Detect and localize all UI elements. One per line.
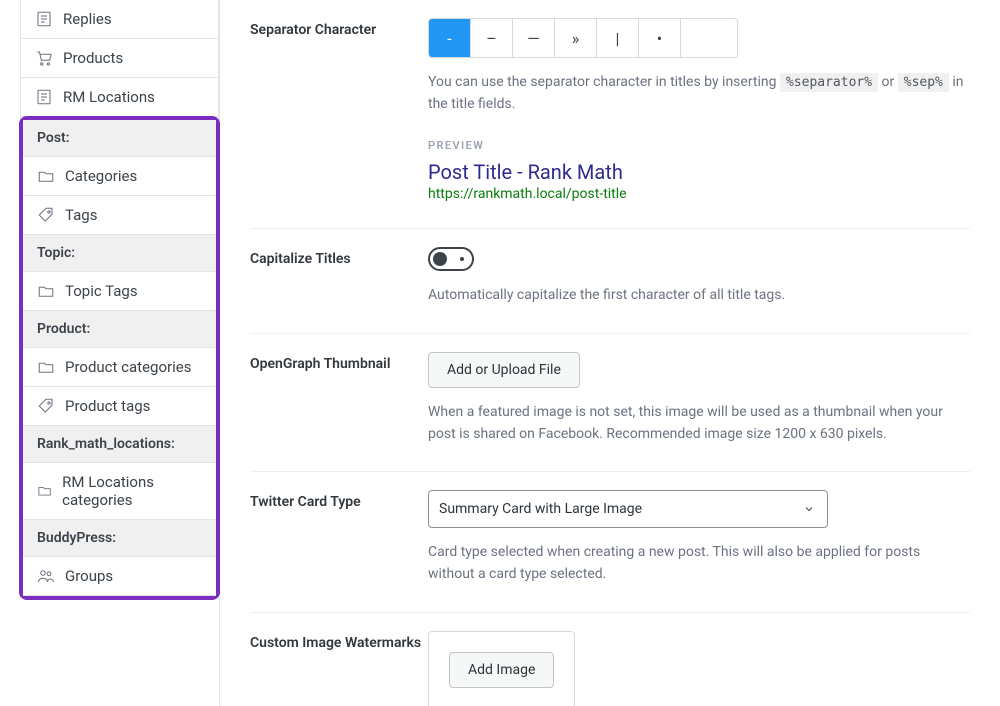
sidebar-header: Topic: [23,235,216,272]
setting-watermarks: Custom Image Watermarks Add Image [250,613,970,706]
sidebar-item-label: Products [63,49,123,67]
sidebar-item-product-tags[interactable]: Product tags [23,387,216,426]
separator-label: Separator Character [250,18,428,202]
sidebar-header: Post: [23,120,216,157]
separator-option-6[interactable] [681,19,737,57]
preview-title: Post Title - Rank Math [428,160,970,184]
sidebar-header: BuddyPress: [23,520,216,557]
sidebar-item-label: Topic Tags [65,282,138,300]
add-image-button[interactable]: Add Image [449,652,554,688]
watermark-label: Custom Image Watermarks [250,631,428,706]
separator-options: -–—»|• [428,18,738,58]
highlighted-taxonomies: Post: Categories Tags Topic: Topic Tags Produ… [19,116,220,600]
setting-capitalize: Capitalize Titles Automatically capitali… [250,229,970,334]
sidebar-item-label: Replies [63,10,112,28]
tag-icon [37,397,55,415]
settings-panel: Separator Character -–—»|• You can use t… [220,0,1000,706]
sidebar-item-label: RM Locations [63,88,155,106]
sidebar-item-tags[interactable]: Tags [23,196,216,235]
add-upload-file-button[interactable]: Add or Upload File [428,352,580,388]
sidebar-item-label: Product categories [65,358,191,376]
twitter-label: Twitter Card Type [250,490,428,585]
sidebar-header: Product: [23,311,216,348]
og-label: OpenGraph Thumbnail [250,352,428,445]
sidebar-item-label: Product tags [65,397,150,415]
sidebar-item-label: Categories [65,167,137,185]
folder-icon [37,482,52,500]
sidebar: Replies Products RM Locations Post: Categori… [0,0,220,706]
code-sep: %sep% [898,73,949,92]
chevron-down-icon [803,503,815,515]
folder-icon [37,282,55,300]
separator-option-4[interactable]: | [597,19,639,57]
sidebar-item-rm-locations-categories[interactable]: RM Locations categories [23,463,216,520]
tag-icon [37,206,55,224]
sidebar-header: Rank_math_locations: [23,426,216,463]
sidebar-item-label: Groups [65,567,113,585]
users-icon [37,567,55,585]
preview-url: https://rankmath.local/post-title [428,186,970,202]
sidebar-item-products[interactable]: Products [21,39,218,78]
setting-twitter-card: Twitter Card Type Summary Card with Larg… [250,472,970,612]
twitter-desc: Card type selected when creating a new p… [428,542,970,585]
sidebar-item-groups[interactable]: Groups [23,557,216,596]
watermark-box: Add Image [428,631,575,706]
sidebar-item-replies[interactable]: Replies [21,0,218,39]
folder-icon [37,167,55,185]
twitter-card-select[interactable]: Summary Card with Large Image [428,490,828,528]
sidebar-item-product-categories[interactable]: Product categories [23,348,216,387]
og-desc: When a featured image is not set, this i… [428,402,970,445]
sidebar-item-rm-locations[interactable]: RM Locations [21,78,218,117]
sidebar-item-label: RM Locations categories [62,473,202,509]
separator-desc: You can use the separator character in t… [428,72,970,115]
separator-option-0[interactable]: - [429,19,471,57]
sidebar-item-categories[interactable]: Categories [23,157,216,196]
cart-icon [35,49,53,67]
setting-og-thumbnail: OpenGraph Thumbnail Add or Upload File W… [250,334,970,472]
capitalize-label: Capitalize Titles [250,247,428,307]
doc-icon [35,10,53,28]
separator-option-2[interactable]: — [513,19,555,57]
doc-icon [35,88,53,106]
twitter-selected: Summary Card with Large Image [439,501,642,517]
separator-option-1[interactable]: – [471,19,513,57]
setting-separator: Separator Character -–—»|• You can use t… [250,0,970,229]
separator-option-3[interactable]: » [555,19,597,57]
preview-label: PREVIEW [428,139,970,152]
code-separator: %separator% [780,73,878,92]
capitalize-desc: Automatically capitalize the first chara… [428,285,970,307]
sidebar-item-topic-tags[interactable]: Topic Tags [23,272,216,311]
capitalize-toggle[interactable] [428,247,474,271]
separator-option-5[interactable]: • [639,19,681,57]
folder-icon [37,358,55,376]
sidebar-item-label: Tags [65,206,97,224]
